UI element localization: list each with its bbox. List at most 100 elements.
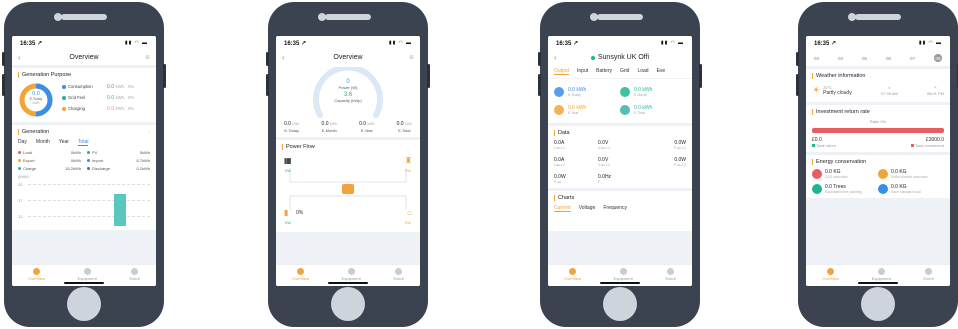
data-label: P-ac-L2 (673, 163, 686, 167)
energy-card: Energy conservation 0.0 KG CO2 reduction 0… (806, 155, 950, 198)
summary-value: 0.0 kWh (397, 121, 412, 127)
generation-label-text: Discharge (92, 166, 111, 171)
power-flow-diagram: ▦ 0W ♜ 0W ▮ 0% 0W ⌂ 0W (282, 154, 414, 232)
chevron-right-icon[interactable]: › (148, 129, 150, 139)
overview-icon (827, 268, 835, 275)
tab-event[interactable]: Event (129, 268, 140, 281)
home-button[interactable] (67, 287, 101, 321)
data-cell: 0.0W P-ac-L1 (642, 140, 686, 150)
page-title: Sunsynk UK Offi (597, 54, 650, 61)
date-item[interactable]: 05 (862, 56, 867, 61)
side-button (699, 64, 702, 88)
summary-item: 0.0 kWh E-Year (359, 121, 374, 133)
energy-grid: 0.0 KG CO2 reduction 0.0 KG Sulfur dioxide … (812, 169, 944, 194)
legend-pct: 0% (127, 84, 134, 89)
generation-label: Export (18, 158, 35, 163)
settings-icon[interactable]: ⊕ (145, 54, 150, 61)
energy-stat-icon (620, 87, 630, 97)
chart-tab[interactable]: Voltage (579, 205, 596, 212)
period-tab[interactable]: Day (18, 139, 27, 146)
screen: 16:35 ↗ ▮▮ ◠ ▬ 03 04 05 06 07 08 Weather info… (806, 36, 950, 286)
generation-value: 0kWh (70, 158, 81, 163)
section-title: Charts (554, 195, 686, 201)
tab-overview[interactable]: Overview (564, 268, 581, 281)
date-item[interactable]: 06 (886, 56, 891, 61)
settings-icon[interactable]: ⊕ (409, 54, 414, 61)
energy-text: 0.0 KG Sulfur dioxide reduction (891, 169, 928, 179)
home-button[interactable] (331, 287, 365, 321)
side-button (796, 74, 799, 96)
chart-tick: 17 (18, 198, 23, 203)
generation-dot (18, 151, 21, 154)
tab-overview[interactable]: Overview (292, 268, 309, 281)
tab-label: Equipment (613, 276, 633, 281)
charts-card: Charts Current Voltage Frequency (548, 191, 692, 231)
status-bar: 16:35 ↗ ▮▮ ◠ ▬ (548, 36, 692, 50)
screen: 16:35 ↗ ▮▮ ◠ ▬ ‹ Overview ⊕ 0 Power (W) … (276, 36, 420, 286)
device-tab[interactable]: Eve (657, 68, 666, 75)
tab-label: Overview (28, 276, 45, 281)
date-selector: 03 04 05 06 07 08 (806, 50, 950, 66)
tab-equipment[interactable]: Equipment (872, 268, 891, 281)
section-title: Energy conservation (812, 159, 944, 165)
invest-right: £3000.0 Total investment (911, 137, 944, 148)
stat-item: 0.0 kWh E-Year (554, 105, 620, 115)
energy-stat-icon (620, 105, 630, 115)
section-title: Generation Purpose (18, 72, 150, 78)
grid-tower-icon: ♜ (404, 156, 412, 165)
side-button (266, 74, 269, 96)
chart-unit: (kWh) (18, 174, 29, 179)
tab-label: Overview (292, 276, 309, 281)
tab-event[interactable]: Event (665, 268, 676, 281)
device-tab[interactable]: Input (577, 68, 588, 75)
page-title: Overview (333, 54, 363, 61)
total-investment-label: Total investment (911, 143, 944, 148)
speaker (855, 14, 901, 20)
sunset-time: 08:01 PM (926, 91, 944, 96)
device-tab[interactable]: Grid (620, 68, 629, 75)
speaker (61, 14, 107, 20)
tab-event[interactable]: Event (923, 268, 934, 281)
generation-label-text: PV (92, 150, 98, 155)
date-item[interactable]: 04 (838, 56, 843, 61)
generation-header: Generation › (18, 129, 150, 139)
tab-equipment[interactable]: Equipment (342, 268, 361, 281)
back-icon[interactable]: ‹ (554, 53, 557, 62)
tab-equipment[interactable]: Equipment (614, 268, 633, 281)
date-item[interactable]: 07 (910, 56, 915, 61)
overview-icon (297, 268, 305, 275)
generation-item: Discharge 0.2kWh (87, 166, 150, 171)
power-flow-card: Power Flow ▦ 0W ♜ 0W ▮ 0% 0W ⌂ 0W (276, 140, 420, 232)
summary-number: 0.0 (321, 121, 329, 127)
device-tab[interactable]: Load (637, 68, 648, 75)
tab-equipment[interactable]: Equipment (78, 268, 97, 281)
generation-dot (87, 151, 90, 154)
back-icon[interactable]: ‹ (18, 53, 21, 62)
equipment-icon (347, 268, 355, 275)
data-cell: 0.0W P-ac (554, 174, 598, 184)
chart-tick: 20 (18, 182, 23, 187)
tab-overview[interactable]: Overview (28, 268, 45, 281)
period-tab[interactable]: Total (77, 139, 89, 146)
home-button[interactable] (603, 287, 637, 321)
side-button (796, 52, 799, 66)
energy-label: Equivalent tree planting (825, 190, 862, 194)
device-tab[interactable]: Battery (596, 68, 612, 75)
generation-label-text: Charge (23, 166, 37, 171)
device-tab[interactable]: Output (554, 68, 570, 75)
tab-event[interactable]: Event (393, 268, 404, 281)
nav-bar: ‹ Overview ⊕ (12, 50, 156, 65)
tab-label: Equipment (341, 276, 361, 281)
period-tab[interactable]: Year (59, 139, 69, 146)
chart-tab[interactable]: Current (554, 205, 571, 212)
period-tab[interactable]: Month (36, 139, 50, 146)
back-icon[interactable]: ‹ (282, 53, 285, 62)
energy-label: Sulfur dioxide reduction (891, 175, 928, 179)
date-item[interactable]: 03 (814, 56, 819, 61)
chart-tab[interactable]: Frequency (603, 205, 627, 212)
tab-label: Event (923, 276, 934, 281)
home-button[interactable] (861, 287, 895, 321)
sunrise-time: 07:38 AM (880, 91, 898, 96)
tab-overview[interactable]: Overview (822, 268, 839, 281)
date-item[interactable]: 08 (934, 54, 942, 62)
